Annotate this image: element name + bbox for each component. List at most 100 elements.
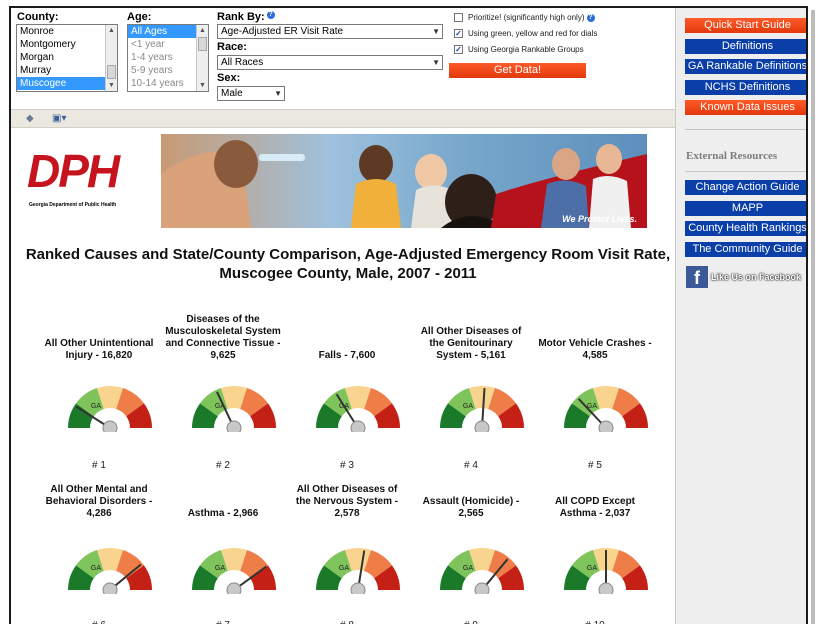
- comparison-gauge[interactable]: GA: [439, 544, 525, 594]
- sidebar-button-nchs-definitions[interactable]: NCHS Definitions: [685, 79, 806, 95]
- cause-name[interactable]: All COPD Except Asthma - 2,037: [537, 496, 653, 520]
- race-select[interactable]: All Races ▼: [217, 55, 443, 70]
- comparison-gauge[interactable]: GA: [191, 544, 277, 594]
- comparison-gauge[interactable]: GA: [315, 382, 401, 432]
- gauge-hub: [598, 420, 614, 432]
- gauge-hub: [102, 420, 118, 432]
- cause-rank: # 6: [41, 620, 157, 624]
- county-option[interactable]: Morgan: [17, 51, 117, 64]
- chevron-down-icon: ▼: [432, 58, 440, 67]
- facebook-link[interactable]: f Like Us on Facebook: [686, 266, 801, 288]
- cause-rank: # 5: [588, 460, 602, 471]
- county-option[interactable]: Murray: [17, 64, 117, 77]
- app-window: County: Monroe Montgomery Morgan Murray Musc…: [9, 6, 808, 624]
- prioritize-checkbox[interactable]: Prioritize! (significantly high only)?: [454, 13, 595, 22]
- comparison-gauge[interactable]: GA: [439, 382, 525, 432]
- sidebar-button-ga-rankable-definitions[interactable]: GA Rankable Definitions: [685, 59, 806, 74]
- gauge-state-label: GA: [91, 565, 101, 572]
- cause-rank: # 3: [340, 460, 354, 471]
- arrow-icon[interactable]: ◆: [26, 113, 34, 124]
- facebook-icon: f: [686, 266, 708, 288]
- gauge-state-label: GA: [463, 403, 473, 410]
- sidebar-button-county-health-rankings[interactable]: County Health Rankings: [685, 221, 806, 236]
- sidebar-button-known-data-issues[interactable]: Known Data Issues: [685, 100, 806, 115]
- help-icon[interactable]: ?: [266, 11, 275, 19]
- checkbox-box[interactable]: ✓: [454, 45, 463, 54]
- gauge-state-label: GA: [91, 403, 101, 410]
- cause-name[interactable]: Asthma - 2,966: [165, 508, 281, 520]
- save-icon[interactable]: ▣▾: [52, 113, 66, 124]
- county-scrollbar[interactable]: ▲ ▼: [105, 25, 117, 91]
- age-scrollbar[interactable]: ▲ ▼: [196, 25, 208, 91]
- page-title: Ranked Causes and State/County Compariso…: [25, 246, 671, 282]
- help-icon[interactable]: ?: [586, 13, 595, 22]
- gauge-hub: [226, 420, 242, 432]
- county-option[interactable]: Montgomery: [17, 38, 117, 51]
- gauge-hub: [102, 582, 118, 594]
- comparison-gauge[interactable]: GA: [563, 544, 649, 594]
- external-resources-heading: External Resources: [686, 150, 778, 162]
- cause-rank: # 4: [464, 460, 478, 471]
- dph-banner: DPH Georgia Department of Public Health: [21, 134, 647, 228]
- sex-select[interactable]: Male ▼: [217, 86, 285, 101]
- dph-logo-subtitle: Georgia Department of Public Health: [29, 202, 117, 208]
- county-label: County:: [17, 11, 59, 23]
- sidebar-button-definitions[interactable]: Definitions: [685, 38, 806, 54]
- gauge-state-label: GA: [215, 565, 225, 572]
- cause-name[interactable]: All Other Diseases of the Genitourinary …: [413, 326, 529, 362]
- gauge-hub: [474, 420, 490, 432]
- rank-by-label: Rank By:?: [217, 11, 275, 23]
- gauge-hub: [350, 582, 366, 594]
- chevron-down-icon: ▼: [432, 27, 440, 36]
- dial-colors-checkbox[interactable]: ✓ Using green, yellow and red for dials: [454, 29, 597, 38]
- cause-name[interactable]: All Other Diseases of the Nervous System…: [289, 484, 405, 520]
- checkbox-box[interactable]: ✓: [454, 29, 463, 38]
- cause-rank: # 8: [289, 620, 405, 624]
- comparison-gauge[interactable]: GA: [563, 382, 649, 432]
- gauge-hub: [350, 420, 366, 432]
- scroll-down-icon[interactable]: ▼: [197, 80, 208, 91]
- cause-rank: # 1: [92, 460, 106, 471]
- age-listbox[interactable]: All Ages <1 year 1-4 years 5-9 years 10-14 y…: [127, 24, 209, 92]
- gauge-state-label: GA: [587, 565, 597, 572]
- cause-name[interactable]: Diseases of the Musculoskeletal System a…: [165, 314, 281, 362]
- gauge-hub: [226, 582, 242, 594]
- sidebar-button-the-community-guide[interactable]: The Community Guide: [685, 241, 806, 257]
- cause-rank: # 10: [537, 620, 653, 624]
- chevron-down-icon: ▼: [274, 89, 282, 98]
- comparison-gauge[interactable]: GA: [191, 382, 277, 432]
- cause-name[interactable]: Motor Vehicle Crashes - 4,585: [537, 338, 653, 362]
- scroll-up-icon[interactable]: ▲: [106, 25, 117, 36]
- banner-tagline: We Protect Lives.: [562, 214, 637, 224]
- county-option[interactable]: Monroe: [17, 25, 117, 38]
- county-option[interactable]: Muscogee: [17, 77, 117, 90]
- cause-name[interactable]: Falls - 7,600: [289, 350, 405, 362]
- sidebar-button-change-action-guide[interactable]: Change Action Guide: [685, 180, 806, 195]
- get-data-button[interactable]: Get Data!: [449, 63, 586, 78]
- sex-label: Sex:: [217, 72, 241, 84]
- gauge-state-label: GA: [339, 565, 349, 572]
- cause-rank: # 2: [216, 460, 230, 471]
- cause-name[interactable]: Assault (Homicide) - 2,565: [413, 496, 529, 520]
- gauge-state-label: GA: [463, 565, 473, 572]
- gauge-hub: [474, 582, 490, 594]
- age-label: Age:: [127, 11, 152, 23]
- cause-name[interactable]: All Other Unintentional Injury - 16,820: [41, 338, 157, 362]
- county-listbox[interactable]: Monroe Montgomery Morgan Murray Muscogee ▲ ▼: [16, 24, 118, 92]
- race-label: Race:: [217, 41, 247, 53]
- comparison-gauge[interactable]: GA: [315, 544, 401, 594]
- report-toolbar: ◆ ▣▾: [11, 109, 675, 128]
- sidebar-button-quick-start-guide[interactable]: Quick Start Guide: [685, 18, 806, 33]
- filter-panel: County: Monroe Montgomery Morgan Murray Musc…: [11, 8, 675, 109]
- sidebar-button-mapp[interactable]: MAPP: [685, 200, 806, 216]
- cause-name[interactable]: All Other Mental and Behavioral Disorder…: [41, 484, 157, 520]
- comparison-gauge[interactable]: GA: [67, 382, 153, 432]
- checkbox-box[interactable]: [454, 13, 463, 22]
- comparison-gauge[interactable]: GA: [67, 544, 153, 594]
- rank-by-select[interactable]: Age-Adjusted ER Visit Rate ▼: [217, 24, 443, 39]
- window-shadow: [811, 10, 815, 624]
- facebook-label: Like Us on Facebook: [711, 272, 802, 282]
- scroll-up-icon[interactable]: ▲: [197, 25, 208, 36]
- rankable-groups-checkbox[interactable]: ✓ Using Georgia Rankable Groups: [454, 45, 584, 54]
- scroll-down-icon[interactable]: ▼: [106, 80, 117, 91]
